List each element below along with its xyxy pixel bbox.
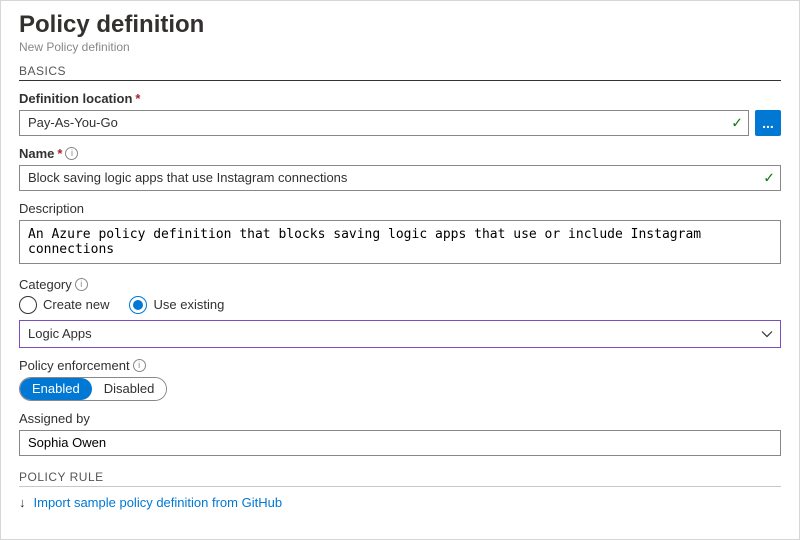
page-title: Policy definition (19, 11, 781, 40)
select-value: Logic Apps (28, 326, 92, 341)
field-definition-location: Definition location * ✓ ... (19, 91, 781, 136)
name-input[interactable] (19, 165, 781, 191)
radio-label: Create new (43, 297, 109, 312)
radio-icon-selected (129, 296, 147, 314)
field-name: Name * i ✓ (19, 146, 781, 191)
description-label: Description (19, 201, 781, 216)
info-icon[interactable]: i (65, 147, 78, 160)
category-radio-use-existing[interactable]: Use existing (129, 296, 224, 314)
assigned-by-label: Assigned by (19, 411, 781, 426)
info-icon[interactable]: i (75, 278, 88, 291)
divider (19, 486, 781, 487)
field-category: Category i Create new Use existing Logic… (19, 277, 781, 348)
divider (19, 80, 781, 81)
toggle-disabled[interactable]: Disabled (92, 378, 167, 400)
section-policy-rule-heading: POLICY RULE (19, 470, 781, 484)
policy-enforcement-label: Policy enforcement i (19, 358, 781, 373)
browse-location-button[interactable]: ... (755, 110, 781, 136)
toggle-enabled[interactable]: Enabled (20, 378, 92, 400)
radio-icon (19, 296, 37, 314)
radio-label: Use existing (153, 297, 224, 312)
label-text: Category (19, 277, 72, 292)
field-assigned-by: Assigned by (19, 411, 781, 456)
assigned-by-input[interactable] (19, 430, 781, 456)
download-icon: ↓ (19, 495, 26, 510)
label-text: Name (19, 146, 54, 161)
info-icon[interactable]: i (133, 359, 146, 372)
link-text: Import sample policy definition from Git… (34, 495, 283, 510)
category-radio-create-new[interactable]: Create new (19, 296, 109, 314)
description-textarea[interactable]: An Azure policy definition that blocks s… (19, 220, 781, 264)
definition-location-label: Definition location * (19, 91, 781, 106)
name-label: Name * i (19, 146, 781, 161)
policy-enforcement-toggle[interactable]: Enabled Disabled (19, 377, 167, 401)
page-subtitle: New Policy definition (19, 40, 781, 54)
required-star-icon: * (135, 91, 140, 106)
label-text: Definition location (19, 91, 132, 106)
ellipsis-icon: ... (762, 115, 774, 131)
section-basics-heading: BASICS (19, 64, 781, 78)
label-text: Policy enforcement (19, 358, 130, 373)
field-description: Description An Azure policy definition t… (19, 201, 781, 267)
policy-definition-panel: Policy definition New Policy definition … (0, 0, 800, 540)
definition-location-input[interactable] (19, 110, 749, 136)
import-sample-link[interactable]: ↓ Import sample policy definition from G… (19, 495, 282, 510)
category-label: Category i (19, 277, 781, 292)
required-star-icon: * (57, 146, 62, 161)
category-select[interactable]: Logic Apps (19, 320, 781, 348)
field-policy-enforcement: Policy enforcement i Enabled Disabled (19, 358, 781, 401)
